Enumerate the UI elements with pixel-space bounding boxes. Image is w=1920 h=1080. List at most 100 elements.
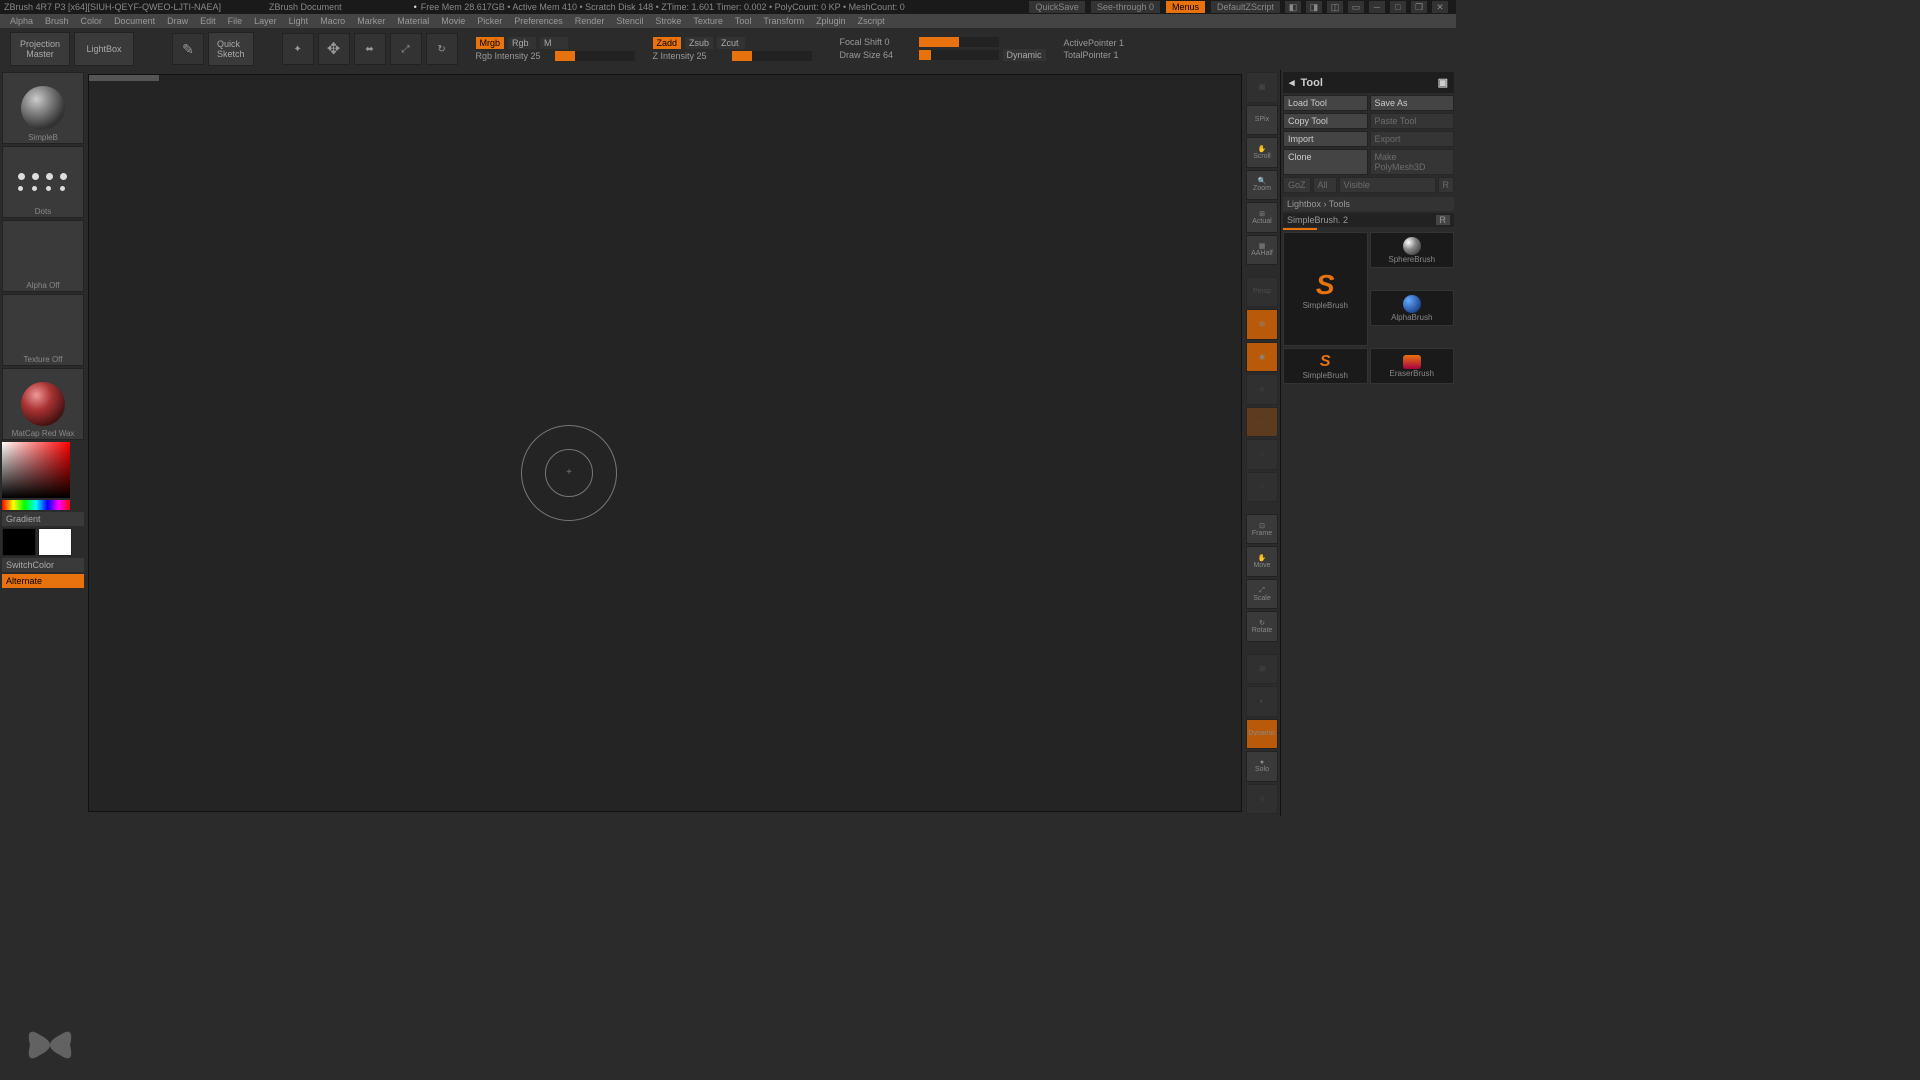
move-nav-button[interactable]: ✋Move — [1246, 546, 1278, 577]
alternate-button[interactable]: Alternate — [2, 574, 84, 588]
menu-render[interactable]: Render — [575, 16, 605, 26]
tool-item-simplebrush[interactable]: S SimpleBrush — [1283, 232, 1368, 346]
menus-toggle[interactable]: Menus — [1166, 1, 1205, 13]
rgb-button[interactable]: Rgb — [508, 37, 536, 49]
gradient-button[interactable]: Gradient — [2, 512, 84, 526]
menu-light[interactable]: Light — [289, 16, 309, 26]
primary-color-swatch[interactable] — [38, 528, 72, 556]
move-mode-button[interactable]: ⬌ — [354, 33, 386, 65]
material-thumbnail[interactable]: MatCap Red Wax — [2, 368, 84, 440]
restore-icon[interactable]: ❐ — [1411, 1, 1427, 13]
xpose-button[interactable]: ⊹ — [1246, 784, 1278, 815]
menu-document[interactable]: Document — [114, 16, 155, 26]
alpha-thumbnail[interactable]: Alpha Off — [2, 220, 84, 292]
menu-macro[interactable]: Macro — [320, 16, 345, 26]
scale-nav-button[interactable]: ⤢Scale — [1246, 579, 1278, 610]
tool-item-alphabrush[interactable]: AlphaBrush — [1370, 290, 1455, 326]
xyz-button[interactable]: ⊹ — [1246, 374, 1278, 405]
lightbox-button[interactable]: LightBox — [74, 32, 134, 66]
draw-mode-button[interactable]: ✥ — [318, 33, 350, 65]
goz-visible-button[interactable]: Visible — [1339, 177, 1436, 193]
lightbox-tools-header[interactable]: Lightbox › Tools — [1283, 197, 1454, 211]
copy-tool-button[interactable]: Copy Tool — [1283, 113, 1368, 129]
draw-size-slider[interactable] — [919, 50, 999, 60]
tool-panel-header[interactable]: ◂ Tool ▣ — [1283, 72, 1454, 93]
menu-texture[interactable]: Texture — [693, 16, 723, 26]
dynamic-nav-button[interactable]: Dynamic — [1246, 719, 1278, 750]
solo-button[interactable]: ●Solo — [1246, 751, 1278, 782]
switchcolor-button[interactable]: SwitchColor — [2, 558, 84, 572]
menu-layer[interactable]: Layer — [254, 16, 277, 26]
menu-picker[interactable]: Picker — [477, 16, 502, 26]
default-zscript[interactable]: DefaultZScript — [1211, 1, 1280, 13]
polyframe-button[interactable]: ⊞ — [1246, 654, 1278, 685]
clone-button[interactable]: Clone — [1283, 149, 1368, 175]
lazy-button[interactable]: — — [1246, 407, 1278, 438]
quicksave-button[interactable]: QuickSave — [1029, 1, 1085, 13]
menu-preferences[interactable]: Preferences — [514, 16, 563, 26]
color-picker[interactable] — [2, 442, 70, 510]
menu-movie[interactable]: Movie — [441, 16, 465, 26]
ghost2-button[interactable]: ○ — [1246, 472, 1278, 503]
paste-tool-button[interactable]: Paste Tool — [1370, 113, 1455, 129]
zoom-button[interactable]: 🔍Zoom — [1246, 170, 1278, 201]
mrgb-button[interactable]: Mrgb — [476, 37, 505, 49]
menu-edit[interactable]: Edit — [200, 16, 216, 26]
menu-transform[interactable]: Transform — [763, 16, 804, 26]
zcut-button[interactable]: Zcut — [717, 37, 745, 49]
z-intensity-slider[interactable] — [732, 51, 812, 61]
scale-mode-button[interactable]: ⤢ — [390, 33, 422, 65]
stroke-thumbnail[interactable]: Dots — [2, 146, 84, 218]
frame-button[interactable]: ⊡Frame — [1246, 514, 1278, 545]
zsub-button[interactable]: Zsub — [685, 37, 713, 49]
bpr-button[interactable]: ▦ — [1246, 72, 1278, 103]
quicksketch-icon[interactable]: ✎ — [172, 33, 204, 65]
menu-material[interactable]: Material — [397, 16, 429, 26]
tool-item-eraserbrush[interactable]: EraserBrush — [1370, 348, 1455, 384]
aahalf-button[interactable]: ▦AAHalf — [1246, 235, 1278, 266]
make-polymesh-button[interactable]: Make PolyMesh3D — [1370, 149, 1455, 175]
edit-icon[interactable]: ✦ — [282, 33, 314, 65]
canvas[interactable]: + — [88, 74, 1242, 812]
projection-master-button[interactable]: Projection Master — [10, 32, 70, 66]
floor-button[interactable]: ⊞ — [1246, 309, 1278, 340]
export-button[interactable]: Export — [1370, 131, 1455, 147]
seethrough-slider[interactable]: See-through 0 — [1091, 1, 1160, 13]
menu-tool[interactable]: Tool — [735, 16, 752, 26]
goz-all-button[interactable]: All — [1313, 177, 1337, 193]
ghost-button[interactable]: ○ — [1246, 439, 1278, 470]
menu-stroke[interactable]: Stroke — [655, 16, 681, 26]
import-button[interactable]: Import — [1283, 131, 1368, 147]
rgb-intensity-slider[interactable] — [555, 51, 635, 61]
close-icon[interactable]: ✕ — [1432, 1, 1448, 13]
toggle-icon[interactable]: ◧ — [1285, 1, 1301, 13]
menu-marker[interactable]: Marker — [357, 16, 385, 26]
current-tool-name[interactable]: SimpleBrush. 2 R — [1283, 213, 1454, 227]
menu-alpha[interactable]: Alpha — [10, 16, 33, 26]
goz-r-button[interactable]: R — [1438, 177, 1455, 193]
load-tool-button[interactable]: Load Tool — [1283, 95, 1368, 111]
save-as-button[interactable]: Save As — [1370, 95, 1455, 111]
tool-item-spherebrush[interactable]: SphereBrush — [1370, 232, 1455, 268]
brush-thumbnail[interactable]: SimpleB — [2, 72, 84, 144]
toggle-icon[interactable]: ◨ — [1306, 1, 1322, 13]
toggle-icon[interactable]: ◫ — [1327, 1, 1343, 13]
menu-file[interactable]: File — [228, 16, 243, 26]
tool-item-simplebrush-2[interactable]: S SimpleBrush — [1283, 348, 1368, 384]
panel-close-icon[interactable]: ◂ — [1289, 76, 1295, 89]
scroll-button[interactable]: ✋Scroll — [1246, 137, 1278, 168]
menu-zscript[interactable]: Zscript — [858, 16, 885, 26]
menu-zplugin[interactable]: Zplugin — [816, 16, 846, 26]
menu-color[interactable]: Color — [81, 16, 103, 26]
dynamic-button[interactable]: Dynamic — [1003, 49, 1046, 61]
canvas-scrollbar[interactable] — [89, 75, 159, 81]
minimize-icon[interactable]: ─ — [1369, 1, 1385, 13]
quicksketch-button[interactable]: Quick Sketch — [208, 32, 254, 66]
maximize-icon[interactable]: □ — [1390, 1, 1406, 13]
m-button[interactable]: M — [540, 37, 568, 49]
spix-button[interactable]: SPix — [1246, 105, 1278, 136]
persp-button[interactable]: Persp — [1246, 277, 1278, 308]
secondary-color-swatch[interactable] — [2, 528, 36, 556]
menu-draw[interactable]: Draw — [167, 16, 188, 26]
zadd-button[interactable]: Zadd — [653, 37, 682, 49]
